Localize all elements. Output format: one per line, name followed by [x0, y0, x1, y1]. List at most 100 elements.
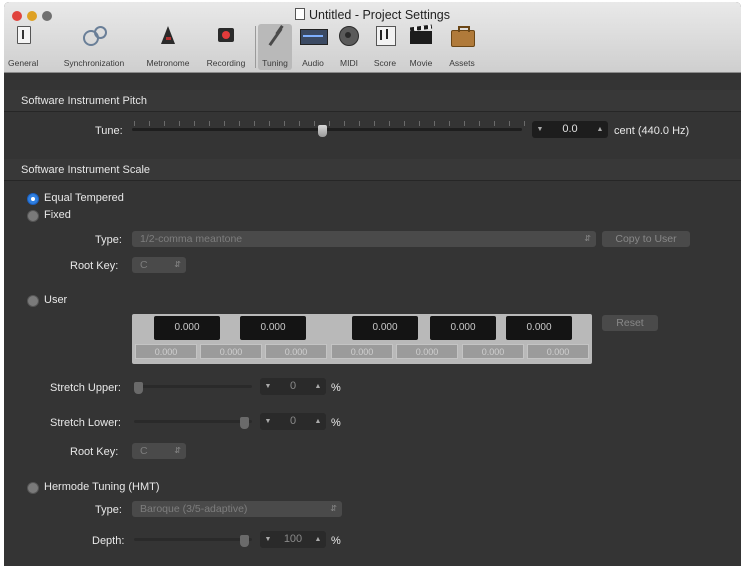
toolbar-separator	[255, 26, 256, 68]
user-label[interactable]: User	[44, 294, 67, 306]
depth-slider[interactable]	[132, 530, 254, 550]
toolbar-metronome[interactable]: Metronome	[140, 24, 196, 70]
black-key-cents[interactable]: 0.000	[430, 316, 496, 340]
tune-slider-tick	[434, 121, 435, 126]
project-settings-window: Untitled - Project Settings General Sync…	[4, 2, 741, 566]
stretch-lower-slider[interactable]	[132, 412, 254, 432]
equal-tempered-radio[interactable]	[27, 193, 39, 205]
white-key-cents[interactable]: 0.000	[200, 344, 262, 359]
assets-icon	[448, 25, 476, 47]
equal-tempered-label[interactable]: Equal Tempered	[44, 192, 124, 204]
stretch-upper-increment-arrow[interactable]: ▲	[312, 378, 324, 395]
user-tuning-keyboard: 0.000 0.000 0.000 0.000 0.000 0.000 0.00…	[132, 314, 592, 364]
depth-decrement-arrow[interactable]: ▼	[262, 531, 274, 548]
stretch-lower-increment-arrow[interactable]: ▲	[312, 413, 324, 430]
black-key-cents[interactable]: 0.000	[154, 316, 220, 340]
toolbar-midi[interactable]: MIDI	[334, 24, 364, 70]
black-key-cents[interactable]: 0.000	[240, 316, 306, 340]
tuning-fork-icon	[261, 25, 289, 47]
toolbar-recording[interactable]: Recording	[202, 24, 250, 70]
black-key-cents[interactable]: 0.000	[352, 316, 418, 340]
depth-increment-arrow[interactable]: ▲	[312, 531, 324, 548]
tune-slider-knob[interactable]	[318, 125, 327, 137]
fixed-root-key-label: Root Key:	[70, 260, 119, 272]
toolbar-audio[interactable]: Audio	[298, 24, 328, 70]
stretch-upper-label: Stretch Upper:	[50, 382, 121, 394]
tune-slider-tick	[419, 121, 420, 126]
white-key-cents[interactable]: 0.000	[331, 344, 393, 359]
fixed-type-popup[interactable]: 1/2-comma meantone ⇵	[132, 231, 596, 247]
depth-knob[interactable]	[240, 535, 249, 547]
window-title: Untitled - Project Settings	[4, 8, 741, 22]
toolbar-recording-label: Recording	[206, 58, 246, 68]
stretch-upper-decrement-arrow[interactable]: ▼	[262, 378, 274, 395]
toolbar-tuning-label: Tuning	[262, 58, 288, 68]
stretch-upper-stepper[interactable]: ▼ 0 ▲	[260, 378, 326, 395]
user-root-key-popup[interactable]: C ⇵	[132, 443, 186, 459]
white-key-cents[interactable]: 0.000	[396, 344, 458, 359]
white-key-cents[interactable]: 0.000	[527, 344, 589, 359]
tune-slider-tick	[404, 121, 405, 126]
toolbar-midi-label: MIDI	[340, 58, 358, 68]
stretch-lower-value[interactable]: 0	[274, 413, 312, 430]
toolbar-assets[interactable]: Assets	[444, 24, 480, 70]
user-radio[interactable]	[27, 295, 39, 307]
toolbar-synchronization[interactable]: Synchronization	[54, 24, 134, 70]
tune-stepper[interactable]: ▼ 0.0 ▲	[532, 121, 608, 138]
toolbar-assets-label: Assets	[449, 58, 475, 68]
tune-slider-tick	[224, 121, 225, 126]
tune-slider-tick	[299, 121, 300, 126]
tune-value[interactable]: 0.0	[546, 121, 594, 138]
tune-slider-tick	[314, 121, 315, 126]
hmt-type-popup[interactable]: Baroque (3/5-adaptive) ⇵	[132, 501, 342, 517]
tune-slider-tick	[239, 121, 240, 126]
white-key-cents[interactable]: 0.000	[462, 344, 524, 359]
audio-icon	[299, 25, 328, 47]
stretch-upper-knob[interactable]	[134, 382, 143, 394]
tune-slider-tick	[194, 121, 195, 126]
document-icon	[294, 8, 305, 20]
toolbar-metronome-label: Metronome	[146, 58, 190, 68]
white-key-cents[interactable]: 0.000	[135, 344, 197, 359]
toolbar-movie[interactable]: Movie	[406, 24, 436, 70]
tune-increment-arrow[interactable]: ▲	[594, 121, 606, 138]
scale-section-header: Software Instrument Scale	[4, 159, 741, 181]
tune-label: Tune:	[95, 125, 123, 137]
stretch-upper-slider[interactable]	[132, 377, 254, 397]
window-title-text: Untitled - Project Settings	[308, 8, 451, 22]
tune-slider-tick	[149, 121, 150, 126]
hmt-type-label: Type:	[95, 504, 122, 516]
toolbar-general[interactable]: General	[8, 24, 38, 70]
stretch-upper-percent: %	[331, 382, 341, 394]
hermode-tuning-label[interactable]: Hermode Tuning (HMT)	[44, 481, 160, 493]
fixed-label[interactable]: Fixed	[44, 209, 71, 221]
general-icon	[9, 25, 37, 47]
tune-slider-tick	[329, 121, 330, 126]
depth-stepper[interactable]: ▼ 100 ▲	[260, 531, 326, 548]
hermode-tuning-radio[interactable]	[27, 482, 39, 494]
user-root-key-label: Root Key:	[70, 446, 119, 458]
depth-value[interactable]: 100	[274, 531, 312, 548]
metronome-icon	[154, 25, 182, 47]
tune-slider[interactable]	[130, 120, 526, 140]
stretch-upper-value[interactable]: 0	[274, 378, 312, 395]
copy-to-user-button[interactable]: Copy to User	[602, 231, 690, 247]
tune-slider-tick	[374, 121, 375, 126]
popup-chevron-icon: ⇵	[330, 504, 337, 513]
stretch-lower-knob[interactable]	[240, 417, 249, 429]
stretch-lower-decrement-arrow[interactable]: ▼	[262, 413, 274, 430]
white-key-cents[interactable]: 0.000	[265, 344, 327, 359]
fixed-root-key-popup[interactable]: C ⇵	[132, 257, 186, 273]
toolbar-audio-label: Audio	[302, 58, 324, 68]
reset-button[interactable]: Reset	[602, 315, 658, 331]
tune-decrement-arrow[interactable]: ▼	[534, 121, 546, 138]
toolbar-tuning[interactable]: Tuning	[258, 24, 292, 70]
tune-slider-tick	[179, 121, 180, 126]
toolbar-score[interactable]: Score	[370, 24, 400, 70]
popup-chevron-icon: ⇵	[174, 446, 181, 455]
toolbar-synchronization-label: Synchronization	[63, 58, 125, 68]
stretch-lower-stepper[interactable]: ▼ 0 ▲	[260, 413, 326, 430]
black-key-cents[interactable]: 0.000	[506, 316, 572, 340]
fixed-radio[interactable]	[27, 210, 39, 222]
movie-icon	[407, 24, 435, 47]
